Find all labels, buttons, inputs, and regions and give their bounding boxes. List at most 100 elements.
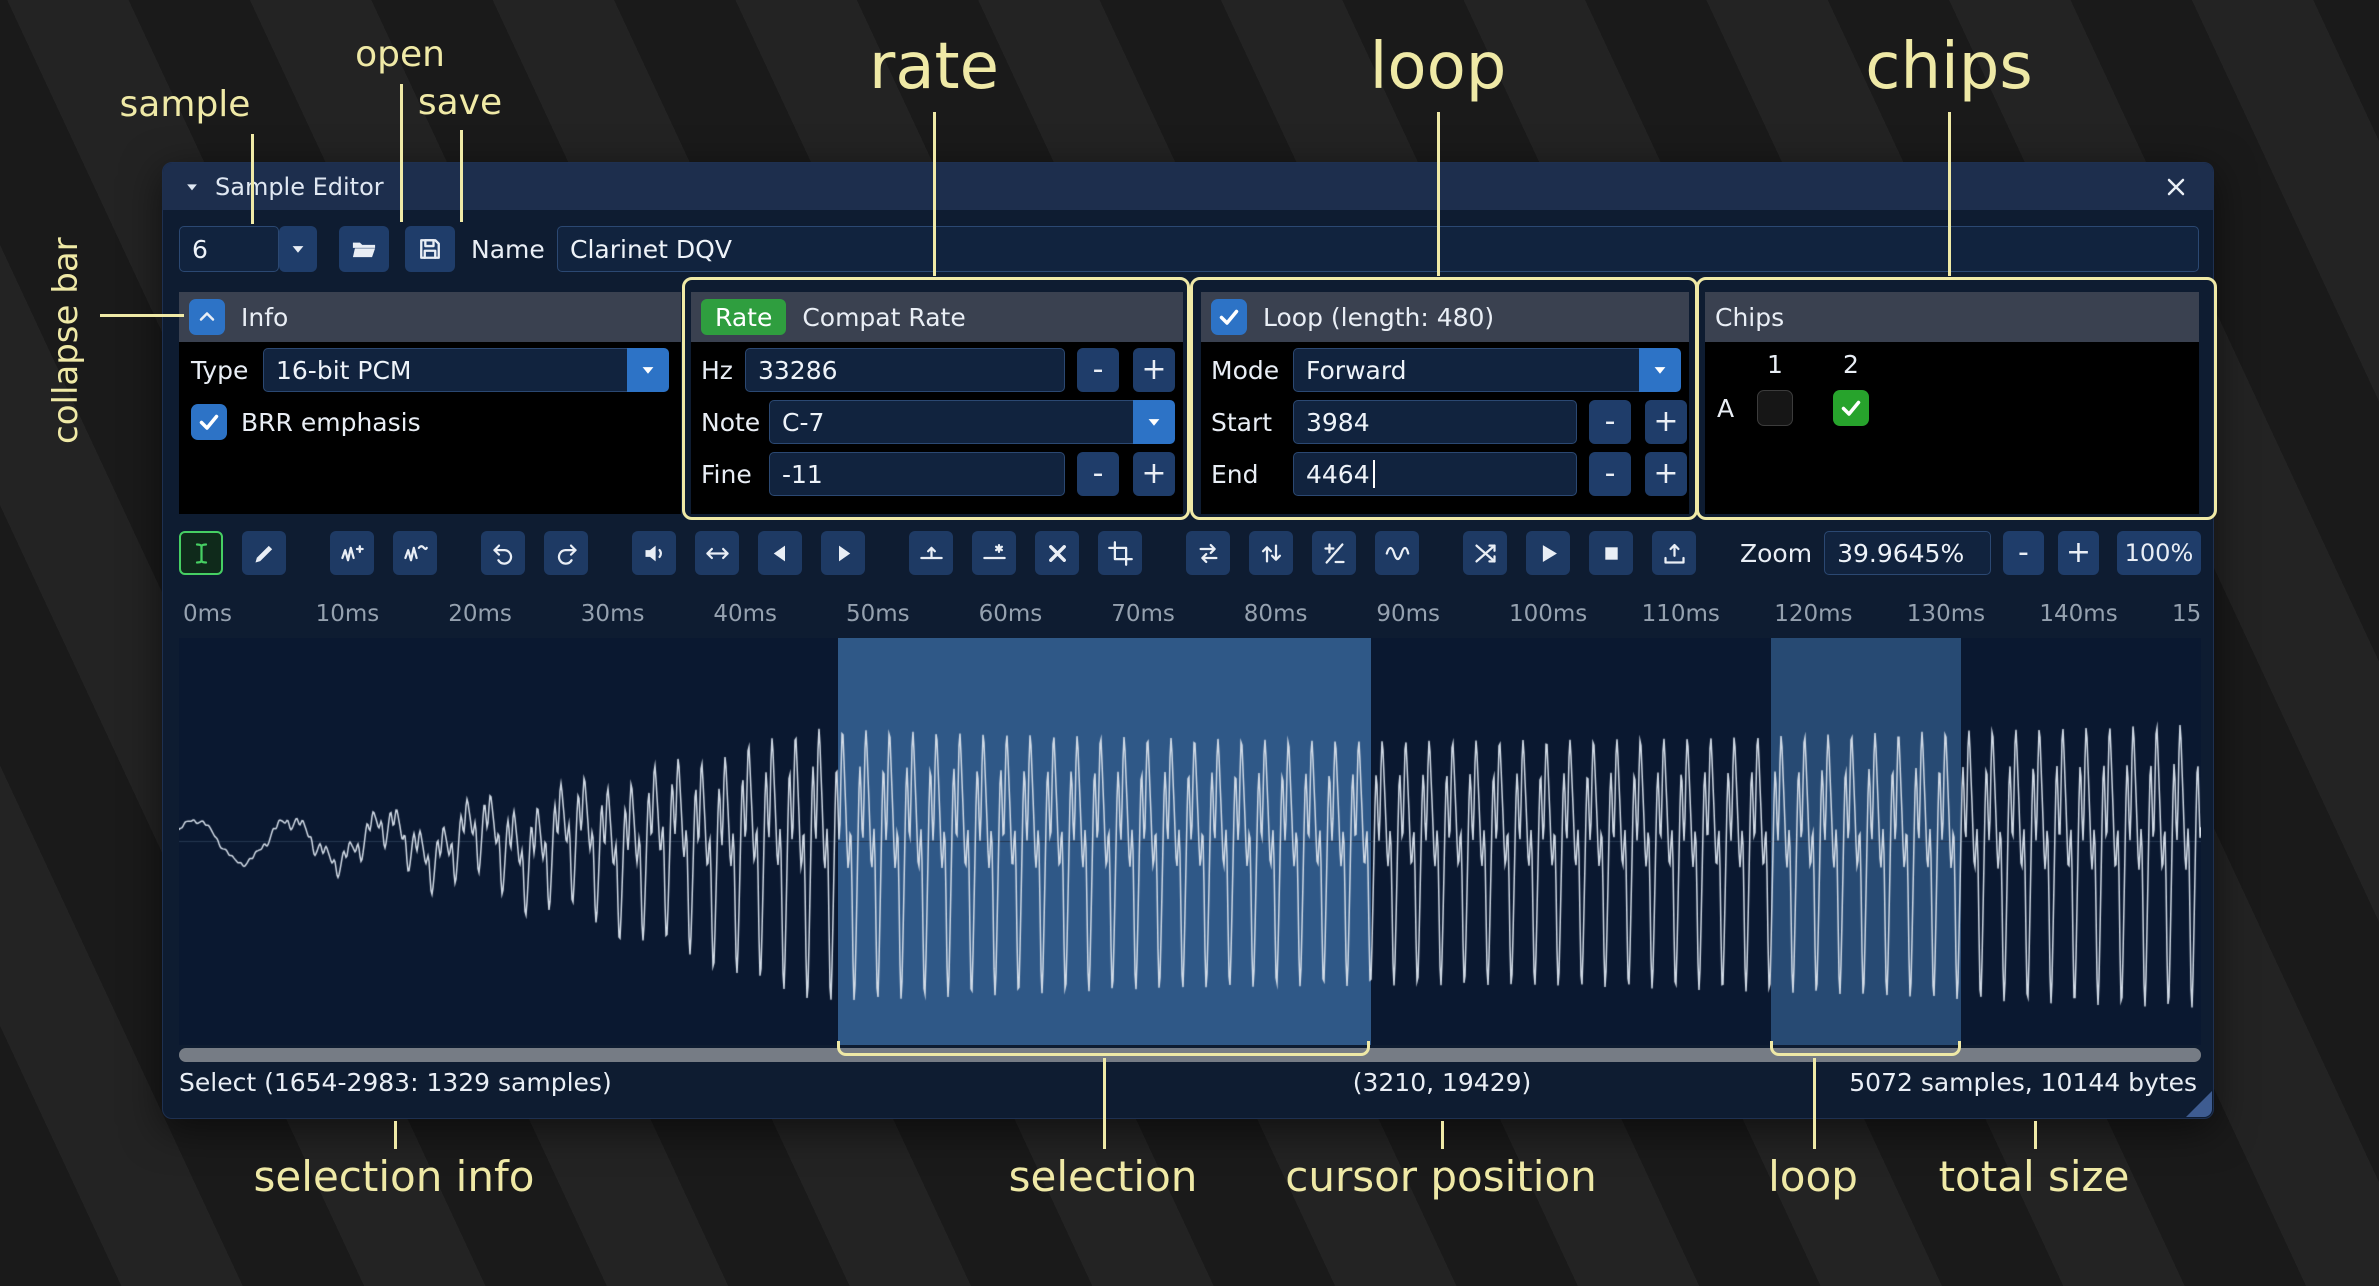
titlebar[interactable]: Sample Editor [163, 163, 2213, 210]
apply-filter-button[interactable] [1375, 531, 1419, 575]
chip-column-1-label: 1 [1757, 346, 1793, 382]
reverse-icon [1195, 540, 1222, 567]
window-collapse-triangle-icon[interactable] [183, 178, 201, 196]
loop-panel: Loop (length: 480) Mode Forward Start 39… [1201, 292, 1689, 514]
rate-mode-badge[interactable]: Rate [701, 299, 786, 335]
loop-panel-title: Loop (length: 480) [1263, 303, 1494, 332]
toolbar-group [1463, 531, 1696, 575]
save-button[interactable] [405, 226, 455, 272]
insert-silence-button[interactable] [909, 531, 953, 575]
loop-enable-checkbox[interactable] [1211, 299, 1247, 335]
chip-1-checkbox[interactable] [1757, 390, 1793, 426]
close-button[interactable] [2159, 170, 2193, 204]
timeline-label: 10ms [316, 601, 380, 627]
note-dropdown-arrow-button[interactable] [1133, 400, 1175, 444]
crossfade-button[interactable] [1463, 531, 1507, 575]
note-value: C-7 [782, 408, 824, 437]
waveform-canvas[interactable] [179, 638, 2201, 1045]
zoom-out-button[interactable]: - [2003, 531, 2044, 575]
stop-preview-button[interactable] [1589, 531, 1633, 575]
amplify-button[interactable] [632, 531, 676, 575]
rate-panel-title: Compat Rate [802, 303, 965, 332]
loop-mode-dropdown[interactable]: Forward [1293, 348, 1681, 392]
type-dropdown-arrow-button[interactable] [627, 348, 669, 392]
hz-plus-button[interactable]: + [1133, 348, 1175, 392]
toolbar-buttons [179, 531, 1740, 575]
apply-silence-button[interactable] [972, 531, 1016, 575]
dropdown-arrow-icon [288, 239, 308, 259]
invert-icon [1258, 540, 1285, 567]
trim-button[interactable] [1098, 531, 1142, 575]
fine-input[interactable]: -11 [769, 452, 1065, 496]
undo-button[interactable] [481, 531, 525, 575]
filter-icon [1384, 540, 1411, 567]
annotation-save: save [418, 82, 502, 123]
normalize-button[interactable] [695, 531, 739, 575]
resample-button[interactable] [393, 531, 437, 575]
name-input[interactable]: Clarinet DQV [557, 226, 2199, 272]
check-icon [1217, 305, 1241, 329]
hz-input[interactable]: 33286 [745, 348, 1065, 392]
annotation-selection: selection [1009, 1152, 1198, 1201]
zoom-input[interactable]: 39.9645% [1824, 531, 1991, 575]
crop-icon [1107, 540, 1134, 567]
resize-button[interactable] [330, 531, 374, 575]
floppy-save-icon [416, 235, 444, 263]
chip-2-checkbox[interactable] [1833, 390, 1869, 426]
loop-end-minus-button[interactable]: - [1589, 452, 1631, 496]
timeline-ruler[interactable]: 0ms10ms20ms30ms40ms50ms60ms70ms80ms90ms1… [179, 593, 2201, 635]
create-instrument-button[interactable] [1652, 531, 1696, 575]
loop-start-plus-button[interactable]: + [1645, 400, 1687, 444]
edit-mode-draw-button[interactable] [242, 531, 286, 575]
timeline-label: 100ms [1509, 601, 1587, 627]
zoom-in-button[interactable]: + [2058, 531, 2099, 575]
loop-end-plus-button[interactable]: + [1645, 452, 1687, 496]
loop-end-input[interactable]: 4464 [1293, 452, 1577, 496]
loop-mode-dropdown-arrow-button[interactable] [1639, 348, 1681, 392]
annotation-line-save [460, 130, 463, 222]
timeline-label: 130ms [1907, 601, 1985, 627]
annotation-cursor-position: cursor position [1285, 1152, 1597, 1201]
note-dropdown[interactable]: C-7 [769, 400, 1175, 444]
delete-button[interactable] [1035, 531, 1079, 575]
fade-in-button[interactable] [758, 531, 802, 575]
hz-value: 33286 [758, 356, 838, 385]
invert-button[interactable] [1249, 531, 1293, 575]
timeline-label: 0ms [183, 601, 232, 627]
collapse-bar-button[interactable] [189, 299, 225, 335]
brr-emphasis-label: BRR emphasis [241, 400, 421, 444]
name-label: Name [471, 226, 545, 272]
zoom-reset-button[interactable]: 100% [2117, 531, 2201, 575]
annotation-line-chips [1948, 112, 1951, 276]
preview-button[interactable] [1526, 531, 1570, 575]
chip-row-label: A [1717, 390, 1734, 426]
status-cursor-position: (3210, 19429) [1353, 1068, 1532, 1097]
redo-button[interactable] [544, 531, 588, 575]
annotation-loop: loop [1370, 30, 1507, 104]
timeline-label: 140ms [2039, 601, 2117, 627]
brr-emphasis-checkbox[interactable] [191, 404, 227, 440]
annotation-collapse-bar: collapse bar [46, 192, 86, 444]
hz-minus-button[interactable]: - [1077, 348, 1119, 392]
resize-grip[interactable] [2186, 1091, 2212, 1117]
fade-out-button[interactable] [821, 531, 865, 575]
type-dropdown[interactable]: 16-bit PCM [263, 348, 669, 392]
dropdown-arrow-icon [1650, 360, 1670, 380]
reverse-button[interactable] [1186, 531, 1230, 575]
edit-mode-select-button[interactable] [179, 531, 223, 575]
sample-number-field[interactable]: 6 [179, 226, 279, 272]
fine-label: Fine [701, 452, 752, 496]
plus-minus-icon [1321, 540, 1348, 567]
stop-icon [1598, 540, 1625, 567]
sample-number-dropdown-button[interactable] [279, 226, 317, 272]
fine-minus-button[interactable]: - [1077, 452, 1119, 496]
type-value: 16-bit PCM [276, 356, 412, 385]
loop-start-minus-button[interactable]: - [1589, 400, 1631, 444]
signed-unsigned-button[interactable] [1312, 531, 1356, 575]
loop-start-input[interactable]: 3984 [1293, 400, 1577, 444]
fine-plus-button[interactable]: + [1133, 452, 1175, 496]
status-total-size: 5072 samples, 10144 bytes [1849, 1068, 2197, 1097]
chip-column-2-label: 2 [1833, 346, 1869, 382]
waveform-area[interactable] [179, 638, 2201, 1045]
open-button[interactable] [339, 226, 389, 272]
